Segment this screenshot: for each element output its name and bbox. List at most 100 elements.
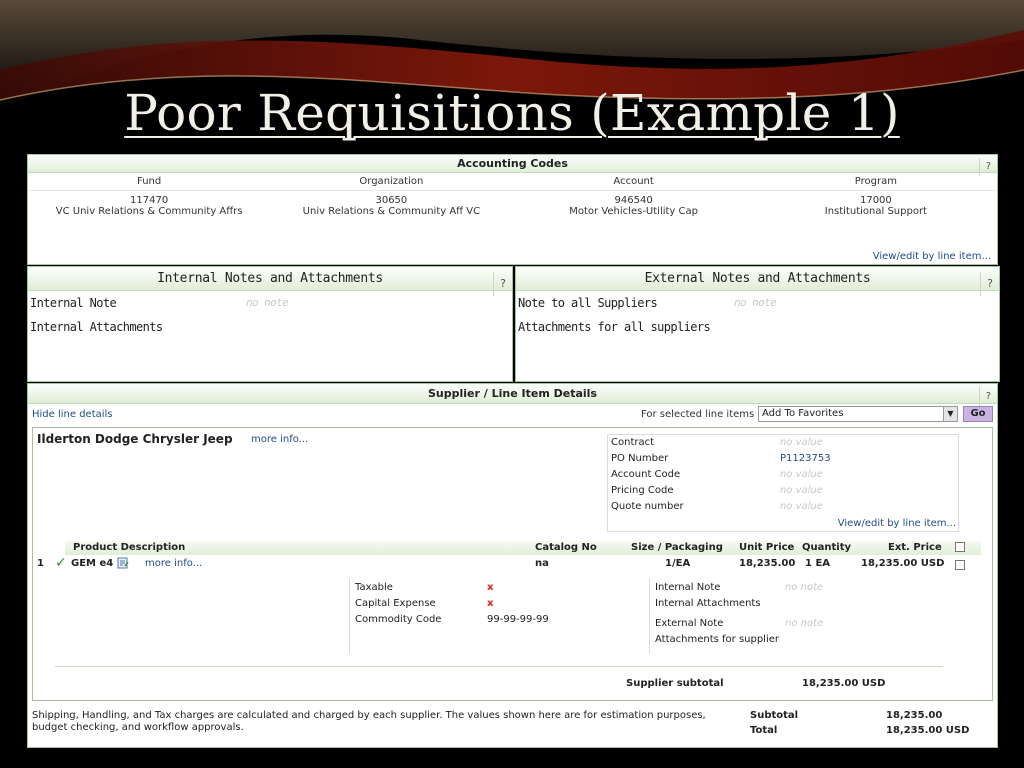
line-internal-attachments-row[interactable]: Internal Attachments [655, 596, 955, 612]
commodity-code-value: 99-99-99-99 [487, 614, 549, 625]
quantity-header: Quantity [802, 542, 851, 553]
internal-attachments-label: Internal Attachments [30, 320, 163, 334]
table-row: 1 ✓ GEM e4 more info... na 1/EA 18,235.0… [33, 555, 983, 573]
unit-price-header: Unit Price [739, 542, 795, 553]
divider [349, 578, 350, 654]
organization-column: Organization 30650 Univ Relations & Comm… [270, 173, 513, 217]
supplier-subtotal-value: 18,235.00 USD [802, 678, 886, 689]
fund-column: Fund 117470 VC Univ Relations & Communit… [28, 173, 271, 217]
line-number: 1 [37, 558, 44, 569]
taxable-row: Taxable x [355, 580, 645, 596]
size-packaging-header: Size / Packaging [631, 542, 723, 553]
program-code: 17000 [859, 195, 892, 206]
line-notes: Internal Note no note Internal Attachmen… [655, 580, 955, 648]
account-column: Account 946540 Motor Vehicles-Utility Ca… [512, 173, 755, 217]
line-external-note-row[interactable]: External Note no note [655, 616, 955, 632]
product-more-info-link[interactable]: more info... [145, 558, 202, 569]
fund-code: 117470 [130, 195, 169, 206]
supplier-more-info-link[interactable]: more info... [251, 434, 308, 445]
line-supplier-attachments-label: Attachments for supplier [655, 634, 780, 645]
column-header: Account [512, 173, 755, 191]
supplier-note-value: no note [734, 296, 777, 309]
accounting-codes-title: Accounting Codes [457, 157, 568, 170]
supplier-line-item-title: Supplier / Line Item Details [428, 387, 597, 400]
po-info-box: Contract no value PO Number P1123753 Acc… [607, 434, 959, 532]
supplier-name: Ilderton Dodge Chrysler Jeep [37, 432, 233, 446]
supplier-note-row[interactable]: Note to all Suppliers no note [516, 291, 999, 315]
check-icon: ✓ [55, 555, 67, 571]
contract-row: Contract no value [608, 435, 958, 451]
contract-value: no value [780, 437, 823, 448]
account-description: Motor Vehicles-Utility Cap [569, 206, 698, 217]
shipping-disclaimer: Shipping, Handling, and Tax charges are … [32, 710, 706, 733]
line-internal-note-value: no note [785, 582, 824, 593]
po-view-edit-link[interactable]: View/edit by line item... [838, 518, 956, 529]
internal-notes-header: Internal Notes and Attachments ? [28, 267, 512, 296]
capital-expense-label: Capital Expense [355, 598, 436, 609]
external-notes-header: External Notes and Attachments ? [516, 267, 999, 296]
capital-expense-x-icon: x [487, 598, 494, 609]
help-icon[interactable]: ? [978, 158, 991, 176]
pricing-code-label: Pricing Code [611, 485, 674, 496]
organization-code: 30650 [375, 195, 408, 206]
internal-attachments-row[interactable]: Internal Attachments [28, 315, 512, 339]
internal-note-row[interactable]: Internal Note no note [28, 291, 512, 315]
po-number-row: PO Number P1123753 [608, 451, 958, 467]
go-button[interactable]: Go [963, 406, 993, 422]
account-code-value: no value [780, 469, 823, 480]
view-edit-by-line-item-link[interactable]: View/edit by line item... [873, 251, 991, 262]
internal-notes-title: Internal Notes and Attachments [157, 271, 383, 286]
accounting-codes-header: Accounting Codes ? [28, 155, 997, 176]
line-supplier-attachments-row[interactable]: Attachments for supplier [655, 632, 955, 648]
pricing-code-row: Pricing Code no value [608, 483, 958, 499]
supplier-subtotal-label: Supplier subtotal [626, 678, 724, 689]
subtotal-label: Subtotal [750, 710, 799, 721]
fund-description: VC Univ Relations & Community Affrs [55, 206, 243, 217]
line-external-note-label: External Note [655, 618, 724, 629]
commodity-code-label: Commodity Code [355, 614, 442, 625]
line-items-header: Product Description Catalog No Size / Pa… [65, 541, 981, 555]
program-description: Institutional Support [824, 206, 927, 217]
chevron-down-icon[interactable]: ▼ [943, 407, 957, 421]
column-header: Program [754, 173, 997, 191]
taxable-label: Taxable [355, 582, 393, 593]
edit-item-icon[interactable] [117, 557, 129, 572]
supplier-note-label: Note to all Suppliers [518, 296, 658, 310]
column-header: Fund [28, 173, 271, 191]
po-number-link[interactable]: P1123753 [780, 451, 831, 467]
organization-description: Univ Relations & Community Aff VC [302, 206, 481, 217]
catalog-no-header: Catalog No [535, 542, 597, 553]
taxable-x-icon: x [487, 582, 494, 593]
line-external-note-value: no note [785, 618, 824, 629]
internal-note-label: Internal Note [30, 296, 117, 310]
column-header: Organization [270, 173, 513, 191]
line-action-value: Add To Favorites [762, 408, 844, 419]
size-packaging-value: 1/EA [665, 558, 691, 569]
unit-price-value: 18,235.00 [739, 558, 796, 569]
account-code-row: Account Code no value [608, 467, 958, 483]
program-column: Program 17000 Institutional Support [754, 173, 997, 217]
external-notes-panel: External Notes and Attachments ? Note to… [515, 266, 1000, 382]
accounting-codes-grid: Fund 117470 VC Univ Relations & Communit… [28, 173, 997, 217]
selected-items-label: For selected line items [641, 409, 755, 420]
accounting-codes-panel: Accounting Codes ? Fund 117470 VC Univ R… [27, 154, 998, 265]
line-action-select[interactable]: Add To Favorites ▼ [758, 406, 958, 422]
hide-line-details-link[interactable]: Hide line details [32, 409, 113, 420]
catalog-no-value: na [535, 558, 549, 569]
line-internal-note-label: Internal Note [655, 582, 721, 593]
commodity-code-row: Commodity Code 99-99-99-99 [355, 612, 645, 628]
supplier-line-item-panel: Supplier / Line Item Details ? Hide line… [27, 383, 998, 748]
pricing-code-value: no value [780, 485, 823, 496]
product-description-header: Product Description [73, 542, 186, 553]
supplier-block: Ilderton Dodge Chrysler Jeep more info..… [32, 427, 993, 701]
quote-number-value: no value [780, 501, 823, 512]
capital-expense-row: Capital Expense x [355, 596, 645, 612]
divider [55, 666, 943, 667]
select-all-checkbox[interactable] [955, 542, 965, 552]
line-internal-note-row[interactable]: Internal Note no note [655, 580, 955, 596]
line-select-checkbox[interactable] [955, 560, 965, 570]
supplier-attachments-row[interactable]: Attachments for all suppliers [516, 315, 999, 339]
supplier-line-item-header: Supplier / Line Item Details ? [28, 384, 997, 407]
internal-note-value: no note [246, 296, 289, 309]
internal-notes-panel: Internal Notes and Attachments ? Interna… [27, 266, 513, 382]
